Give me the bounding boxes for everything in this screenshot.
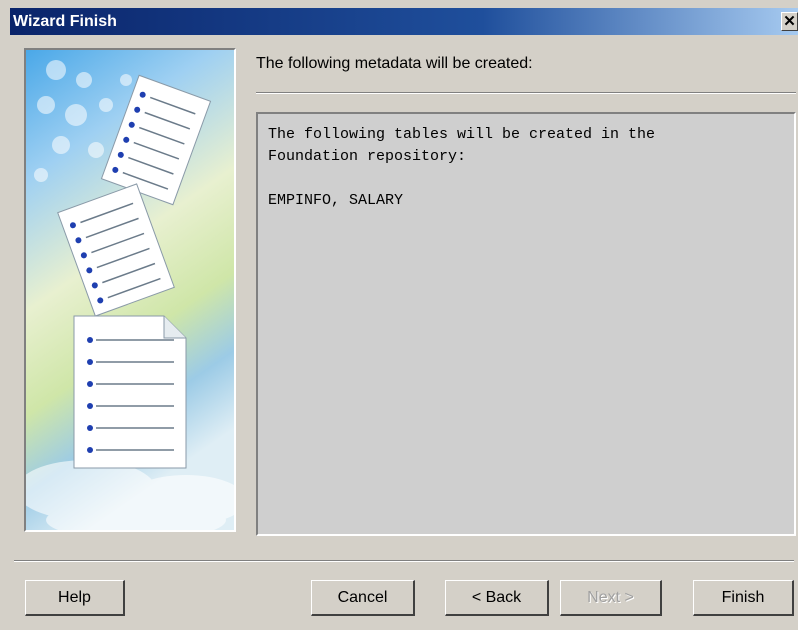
help-button[interactable]: Help bbox=[25, 580, 125, 616]
title-bar[interactable]: Wizard Finish ✕ bbox=[10, 8, 798, 35]
wizard-window: Wizard Finish ✕ The following metadata w… bbox=[10, 0, 798, 630]
summary-line: The following tables will be created in … bbox=[268, 126, 656, 143]
summary-table-list: EMPINFO, SALARY bbox=[268, 192, 404, 209]
metadata-summary-textarea[interactable]: The following tables will be created in … bbox=[256, 112, 796, 536]
document-list-icon bbox=[73, 315, 187, 469]
metadata-header-label: The following metadata will be created: bbox=[256, 55, 533, 72]
footer-divider bbox=[14, 560, 794, 562]
wizard-side-illustration bbox=[24, 48, 236, 532]
back-button[interactable]: < Back bbox=[445, 580, 549, 616]
finish-button[interactable]: Finish bbox=[693, 580, 794, 616]
next-button[interactable]: Next > bbox=[560, 580, 662, 616]
cancel-button[interactable]: Cancel bbox=[311, 580, 415, 616]
summary-line: Foundation repository: bbox=[268, 148, 467, 165]
header-divider bbox=[256, 92, 796, 94]
window-title: Wizard Finish bbox=[13, 13, 117, 30]
close-icon[interactable]: ✕ bbox=[781, 12, 798, 31]
